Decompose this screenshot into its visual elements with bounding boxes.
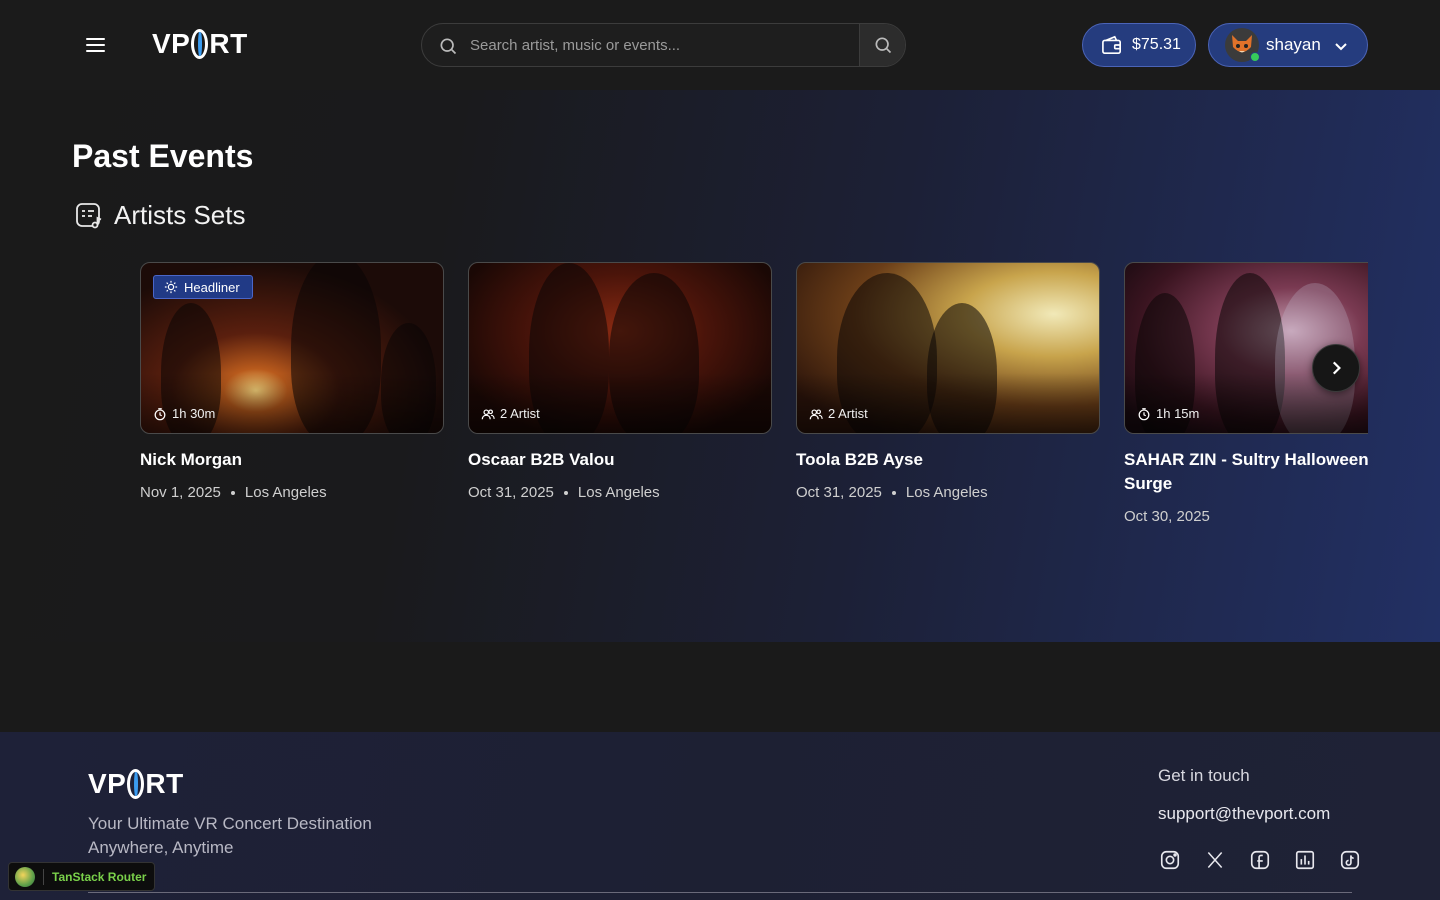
- event-card[interactable]: 2 Artist Toola B2B Ayse Oct 31, 2025 Los…: [796, 262, 1100, 501]
- tanstack-logo-icon: [15, 866, 35, 887]
- event-title: SAHAR ZIN - Sultry Halloween - Soul Surg…: [1124, 450, 1368, 493]
- duration-chip: 1h 30m: [153, 406, 215, 421]
- chip-label: 1h 30m: [172, 406, 216, 421]
- logo-text-left: VP: [152, 28, 191, 59]
- event-location: Los Angeles: [244, 484, 327, 501]
- chip-label: 2 Artist: [500, 406, 540, 421]
- search-input[interactable]: [470, 24, 860, 66]
- section-title: Artists Sets: [114, 200, 246, 230]
- spacer-section: [0, 642, 1440, 732]
- username-label: shayan: [1266, 35, 1321, 54]
- chip-label: 2 Artist: [828, 406, 868, 421]
- footer-logo[interactable]: VP RT: [88, 768, 184, 800]
- wallet-icon: [1102, 35, 1121, 54]
- hamburger-menu-icon[interactable]: [84, 30, 108, 60]
- carousel-next-button[interactable]: [1312, 344, 1360, 392]
- chevron-down-icon: [1335, 43, 1347, 51]
- artists-chip: 2 Artist: [809, 406, 868, 421]
- event-thumbnail: Headliner 1h 30m: [140, 262, 444, 434]
- timer-icon: [154, 407, 166, 420]
- separator-dot: [891, 490, 896, 495]
- event-thumbnail: 2 Artist: [468, 262, 772, 434]
- logo-text-right: RT: [145, 768, 184, 799]
- top-header: VP RT $75.31 shayan: [0, 0, 1440, 90]
- separator-dot: [563, 490, 568, 495]
- search-icon: [875, 37, 891, 54]
- users-icon: [809, 408, 823, 419]
- search-submit-button[interactable]: [859, 24, 905, 66]
- avatar: [1225, 28, 1260, 62]
- tagline-line-1: Your Ultimate VR Concert Destination: [88, 814, 372, 833]
- vport-logo[interactable]: VP RT: [152, 28, 248, 60]
- artist-sets-carousel: Headliner 1h 30m Nick Morgan Nov 1, 2025…: [140, 262, 1368, 562]
- event-location: Los Angeles: [905, 484, 988, 501]
- wallet-balance-button[interactable]: $75.31: [1082, 23, 1196, 67]
- event-meta: Oct 30, 2025: [1124, 508, 1368, 525]
- event-meta: Oct 31, 2025 Los Angeles: [796, 484, 1100, 501]
- footer-tagline: Your Ultimate VR Concert Destination Any…: [88, 812, 408, 860]
- artists-chip: 2 Artist: [481, 406, 540, 421]
- logo-o-mark: [191, 29, 209, 59]
- event-date: Nov 1, 2025: [140, 484, 221, 501]
- instagram-icon[interactable]: [1158, 848, 1182, 872]
- event-thumbnail: 2 Artist: [796, 262, 1100, 434]
- event-date: Oct 31, 2025: [468, 484, 554, 501]
- headliner-badge: Headliner: [153, 275, 253, 299]
- logo-text-right: RT: [209, 28, 248, 59]
- user-menu-button[interactable]: shayan: [1208, 23, 1368, 67]
- event-card[interactable]: 1h 15m SAHAR ZIN - Sultry Halloween - So…: [1124, 262, 1368, 525]
- social-links: [1158, 848, 1362, 872]
- x-icon[interactable]: [1203, 848, 1227, 872]
- contact-email-link[interactable]: support@thevport.com: [1158, 804, 1330, 824]
- event-title: Oscaar B2B Valou: [468, 450, 615, 469]
- timer-icon: [1138, 407, 1150, 420]
- page-title: Past Events: [72, 138, 254, 174]
- chip-label: 1h 15m: [1156, 406, 1200, 421]
- facebook-icon[interactable]: [1248, 848, 1272, 872]
- event-title: Nick Morgan: [140, 450, 243, 469]
- event-card[interactable]: 2 Artist Oscaar B2B Valou Oct 31, 2025 L…: [468, 262, 772, 501]
- event-card[interactable]: Headliner 1h 30m Nick Morgan Nov 1, 2025…: [140, 262, 444, 501]
- artist-sets-icon: [76, 202, 102, 228]
- tagline-line-2: Anywhere, Anytime: [88, 838, 234, 857]
- section-header: Artists Sets: [74, 200, 245, 231]
- badge-label: Headliner: [184, 279, 240, 295]
- event-location: Los Angeles: [577, 484, 660, 501]
- users-icon: [481, 408, 495, 419]
- footer: VP RT Your Ultimate VR Concert Destinatio…: [0, 732, 1440, 900]
- sun-icon: [164, 280, 178, 294]
- tanstack-router-devtools-button[interactable]: TanStack Router: [8, 862, 155, 891]
- event-date: Oct 30, 2025: [1124, 508, 1210, 525]
- footer-divider: [88, 892, 1352, 893]
- search-icon: [440, 38, 457, 55]
- event-meta: Nov 1, 2025 Los Angeles: [140, 484, 444, 501]
- wallet-balance-text: $75.31: [1132, 36, 1181, 53]
- separator-dot: [230, 490, 235, 495]
- search-bar: [421, 23, 906, 67]
- divider: [43, 868, 44, 885]
- event-date: Oct 31, 2025: [796, 484, 882, 501]
- online-status-dot: [1250, 52, 1260, 62]
- duration-chip: 1h 15m: [1137, 406, 1199, 421]
- devtools-label: TanStack Router: [52, 869, 147, 884]
- event-title: Toola B2B Ayse: [796, 450, 923, 469]
- logo-o-mark: [127, 769, 145, 799]
- charts-icon[interactable]: [1293, 848, 1317, 872]
- tiktok-icon[interactable]: [1338, 848, 1362, 872]
- event-meta: Oct 31, 2025 Los Angeles: [468, 484, 772, 501]
- logo-text-left: VP: [88, 768, 127, 799]
- contact-title: Get in touch: [1158, 766, 1250, 785]
- chevron-right-icon: [1332, 361, 1341, 375]
